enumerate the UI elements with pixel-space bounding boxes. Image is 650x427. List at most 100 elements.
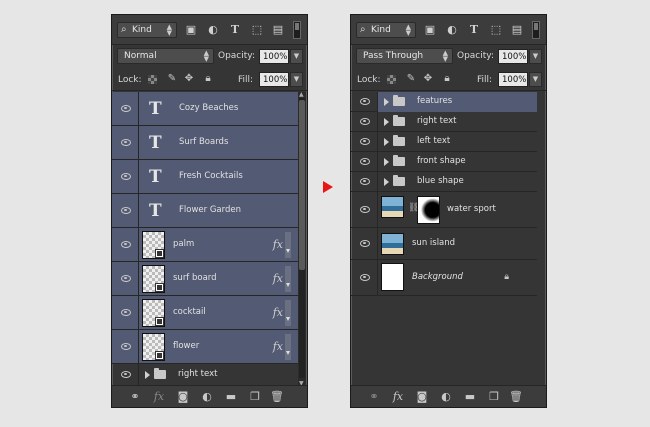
mask-icon[interactable]: ◙ <box>415 390 429 404</box>
layer-row[interactable]: palm fx <box>112 228 298 262</box>
visibility-toggle[interactable] <box>112 92 139 125</box>
layer-row[interactable]: right text <box>112 364 298 386</box>
opacity-input[interactable]: 100% <box>498 49 528 64</box>
layer-row[interactable]: Background 🔒︎ <box>351 260 537 296</box>
visibility-toggle[interactable] <box>351 260 378 295</box>
mask-icon[interactable]: ◙ <box>176 390 190 404</box>
expand-triangle-icon[interactable] <box>384 177 389 186</box>
lock-icon[interactable]: 🔒︎ <box>202 73 214 85</box>
type-filter-icon[interactable]: T <box>468 24 480 36</box>
visibility-toggle[interactable] <box>351 228 378 259</box>
lock-transparent-icon[interactable] <box>148 75 157 84</box>
group-row[interactable]: left text <box>351 132 537 152</box>
layer-row[interactable]: surf board fx <box>112 262 298 296</box>
visibility-toggle[interactable] <box>351 152 378 171</box>
visibility-toggle[interactable] <box>351 112 378 131</box>
opacity-dropdown-button[interactable]: ▼ <box>290 49 303 64</box>
adjustment-icon[interactable]: ◐ <box>200 390 214 404</box>
fill-dropdown-button[interactable]: ▼ <box>290 72 303 87</box>
shape-filter-icon[interactable]: ⬚ <box>251 24 263 36</box>
layer-list[interactable]: T Cozy Beaches T Surf Boards T Fresh Coc… <box>112 92 307 386</box>
adjustment-icon[interactable]: ◐ <box>439 390 453 404</box>
filter-toggle[interactable] <box>532 21 540 39</box>
visibility-toggle[interactable] <box>351 132 378 151</box>
visibility-toggle[interactable] <box>112 364 139 386</box>
filter-kind-select[interactable]: ⌕ Kind ▲ ▼ <box>356 22 416 38</box>
visibility-toggle[interactable] <box>112 296 139 329</box>
effects-expand-toggle[interactable] <box>285 334 291 360</box>
adjustment-filter-icon[interactable]: ◐ <box>446 24 458 36</box>
group-row[interactable]: front shape <box>351 152 537 172</box>
type-filter-icon[interactable]: T <box>229 24 241 36</box>
brush-icon[interactable]: ✎ <box>405 73 417 85</box>
move-icon[interactable]: ✥ <box>183 73 195 85</box>
move-icon[interactable]: ✥ <box>422 73 434 85</box>
group-row[interactable]: blue shape <box>351 172 537 192</box>
smart-object-filter-icon[interactable]: ▤ <box>272 24 284 36</box>
layer-row[interactable]: T Flower Garden <box>112 194 298 228</box>
effects-expand-toggle[interactable] <box>285 232 291 258</box>
visibility-toggle[interactable] <box>351 172 378 191</box>
layer-row[interactable]: cocktail fx <box>112 296 298 330</box>
brush-icon[interactable]: ✎ <box>166 73 178 85</box>
smart-object-filter-icon[interactable]: ▤ <box>511 24 523 36</box>
expand-triangle-icon[interactable] <box>145 371 150 379</box>
visibility-toggle[interactable] <box>112 262 139 295</box>
layer-list[interactable]: features right text left text front shap… <box>351 92 546 386</box>
fx-icon[interactable]: fx <box>273 340 283 353</box>
expand-triangle-icon[interactable] <box>384 137 389 146</box>
trash-icon[interactable]: 🗑︎ <box>509 390 523 404</box>
fill-dropdown-button[interactable]: ▼ <box>529 72 542 87</box>
new-layer-icon[interactable]: ❐ <box>248 390 262 404</box>
opacity-label: Opacity: <box>218 51 255 61</box>
visibility-toggle[interactable] <box>112 330 139 363</box>
new-layer-icon[interactable]: ❐ <box>487 390 501 404</box>
mask-thumbnail[interactable] <box>417 196 440 224</box>
filter-toggle[interactable] <box>293 21 301 39</box>
group-row[interactable]: right text <box>351 112 537 132</box>
layer-row[interactable]: flower fx <box>112 330 298 364</box>
image-filter-icon[interactable]: ▣ <box>185 24 197 36</box>
visibility-toggle[interactable] <box>112 160 139 193</box>
expand-triangle-icon[interactable] <box>384 157 389 166</box>
adjustment-filter-icon[interactable]: ◐ <box>207 24 219 36</box>
layer-row[interactable]: T Surf Boards <box>112 126 298 160</box>
filter-kind-select[interactable]: ⌕ Kind ▲ ▼ <box>117 22 177 38</box>
blend-mode-select[interactable]: Pass Through ▲ ▼ <box>356 48 453 64</box>
link-icon[interactable]: ⚭ <box>128 390 142 404</box>
layer-row[interactable]: sun island <box>351 228 537 260</box>
blend-mode-select[interactable]: Normal ▲ ▼ <box>117 48 214 64</box>
fx-icon[interactable]: fx <box>273 238 283 251</box>
visibility-toggle[interactable] <box>112 228 139 261</box>
lock-transparent-icon[interactable] <box>387 75 396 84</box>
fill-input[interactable]: 100% <box>498 72 528 87</box>
fill-input[interactable]: 100% <box>259 72 289 87</box>
layer-row[interactable]: T Cozy Beaches <box>112 92 298 126</box>
visibility-toggle[interactable] <box>112 194 139 227</box>
lock-icon[interactable]: 🔒︎ <box>441 73 453 85</box>
layer-row[interactable]: ⛓︎ water sport <box>351 192 537 228</box>
link-icon[interactable]: ⚭ <box>367 390 381 404</box>
group-row[interactable]: features <box>351 92 537 112</box>
visibility-toggle[interactable] <box>112 126 139 159</box>
expand-triangle-icon[interactable] <box>384 117 389 126</box>
fx-icon[interactable]: fx <box>391 390 405 404</box>
folder-icon[interactable]: ▬ <box>224 390 238 404</box>
image-filter-icon[interactable]: ▣ <box>424 24 436 36</box>
layers-scrollbar[interactable]: ▲ ▼ <box>298 92 306 386</box>
trash-icon[interactable]: 🗑︎ <box>270 390 284 404</box>
layer-row[interactable]: T Fresh Cocktails <box>112 160 298 194</box>
opacity-input[interactable]: 100% <box>259 49 289 64</box>
opacity-dropdown-button[interactable]: ▼ <box>529 49 542 64</box>
scroll-thumb[interactable] <box>299 100 305 270</box>
visibility-toggle[interactable] <box>351 192 378 227</box>
expand-triangle-icon[interactable] <box>384 97 389 106</box>
folder-icon[interactable]: ▬ <box>463 390 477 404</box>
shape-filter-icon[interactable]: ⬚ <box>490 24 502 36</box>
fx-icon[interactable]: fx <box>152 390 166 404</box>
effects-expand-toggle[interactable] <box>285 300 291 326</box>
fx-icon[interactable]: fx <box>273 306 283 319</box>
effects-expand-toggle[interactable] <box>285 266 291 292</box>
fx-icon[interactable]: fx <box>273 272 283 285</box>
visibility-toggle[interactable] <box>351 92 378 111</box>
